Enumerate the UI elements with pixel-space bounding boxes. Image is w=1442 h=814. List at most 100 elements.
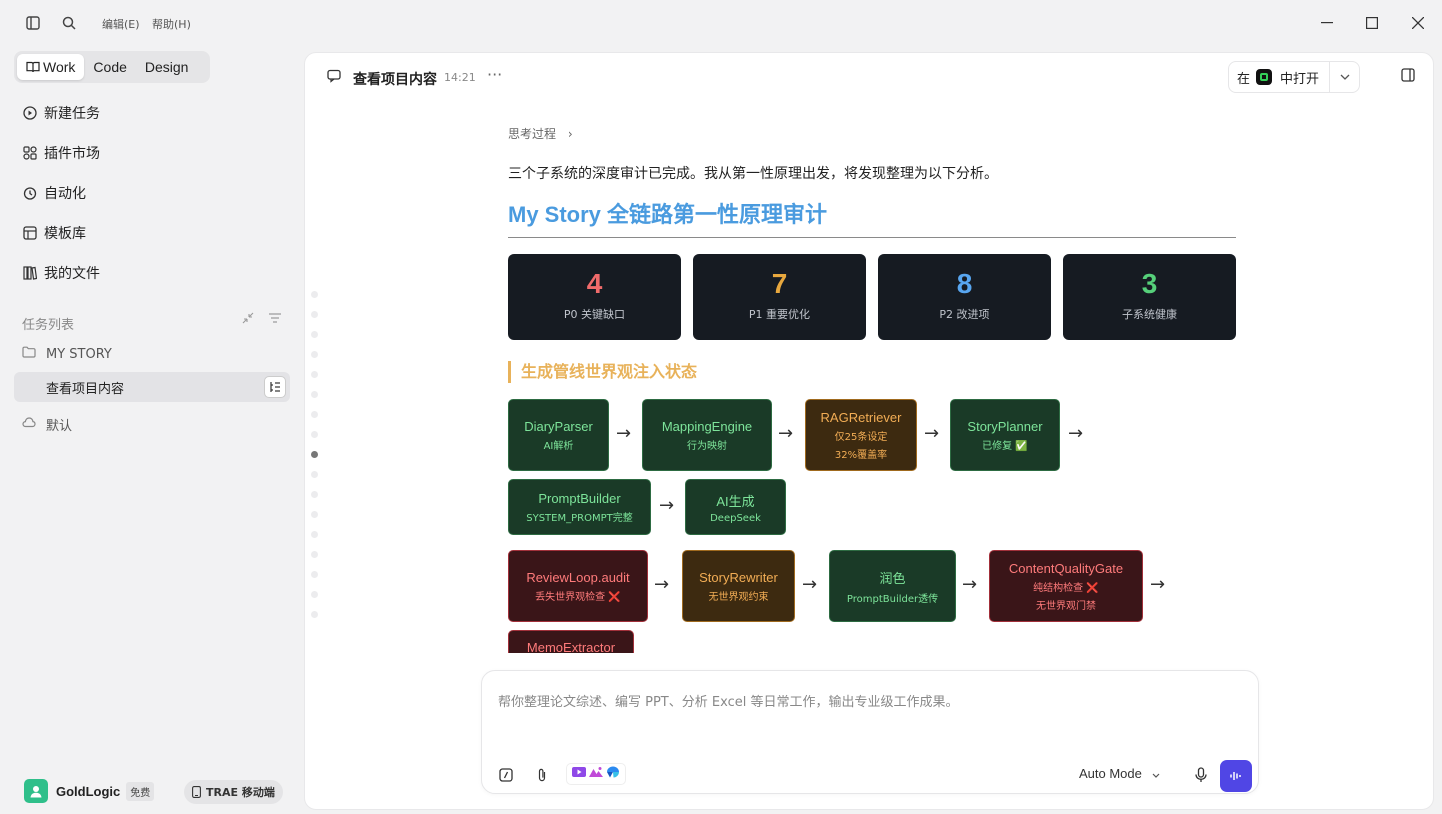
- composer-placeholder[interactable]: 帮你整理论文综述、编写 PPT、分析 Excel 等日常工作，输出专业级工作成果…: [498, 691, 958, 710]
- mobile-app-button[interactable]: TRAE 移动端: [184, 780, 283, 804]
- close-icon[interactable]: [1398, 8, 1438, 38]
- nav-my-files-label: 我的文件: [44, 266, 100, 282]
- arrow-icon: →: [1150, 574, 1166, 595]
- node-title: RAGRetriever: [820, 409, 902, 425]
- node-sub: 纯结构检查 ❌: [1033, 582, 1099, 594]
- nav-plugins[interactable]: 插件市场: [22, 140, 100, 166]
- node-sub: 无世界观约束: [708, 591, 769, 603]
- maximize-icon[interactable]: [1352, 8, 1392, 38]
- scroll-indicator[interactable]: [311, 291, 321, 631]
- pipeline-node: MemoExtractor: [508, 630, 634, 653]
- more-options-button[interactable]: ···: [487, 65, 502, 84]
- plan-badge: 免费: [126, 781, 155, 801]
- stat-card-p2: 8 P2 改进项: [878, 254, 1051, 340]
- node-title: 润色: [879, 570, 906, 586]
- slash-command-icon[interactable]: [498, 767, 514, 783]
- search-icon[interactable]: [55, 9, 83, 37]
- mode-select[interactable]: Auto Mode: [1079, 766, 1160, 781]
- pipeline-node: MappingEngine 行为映射: [642, 399, 772, 471]
- terminal-app-icon: [1256, 69, 1273, 85]
- arrow-icon: →: [924, 423, 940, 444]
- node-title: PromptBuilder: [538, 490, 621, 506]
- node-title: MappingEngine: [661, 418, 753, 434]
- mode-work-label: Work: [43, 59, 76, 75]
- menu-edit[interactable]: 编辑(E): [102, 16, 140, 32]
- minimize-icon[interactable]: [1307, 8, 1347, 38]
- chevron-down-icon[interactable]: [1329, 62, 1359, 92]
- plugin-icon: [22, 145, 38, 161]
- message-content: 思考过程 › 三个子系统的深度审计已完成。我从第一性原理出发，将发现整理为以下分…: [508, 113, 1238, 653]
- thought-process-toggle[interactable]: 思考过程 ›: [508, 125, 573, 142]
- book-icon: [26, 61, 40, 73]
- mode-work[interactable]: Work: [17, 54, 85, 80]
- conversation-title: 查看项目内容: [353, 72, 437, 88]
- media-tools[interactable]: [566, 763, 626, 785]
- stat-label: P2 改进项: [939, 308, 990, 321]
- sidebar: Work Code Design 新建任务 插件市场 自动化 模板库 我的文件 …: [0, 46, 302, 814]
- menu-help[interactable]: 帮助(H): [152, 16, 191, 32]
- clock-icon: [22, 185, 38, 201]
- video-icon[interactable]: [571, 766, 586, 782]
- default-group-label: 默认: [46, 418, 73, 434]
- collapse-icon[interactable]: [242, 312, 254, 327]
- design-icon[interactable]: [606, 766, 620, 782]
- nav-plugins-label: 插件市场: [44, 146, 100, 162]
- microphone-icon[interactable]: [1194, 767, 1210, 783]
- user-name: GoldLogic: [56, 783, 121, 799]
- nav-templates[interactable]: 模板库: [22, 220, 86, 246]
- pipeline-node: ReviewLoop.audit 丢失世界观检查 ❌: [508, 550, 648, 622]
- pipeline-node: ContentQualityGate 纯结构检查 ❌ 无世界观门禁: [989, 550, 1143, 622]
- nav-new-task[interactable]: 新建任务: [22, 100, 100, 126]
- sidebar-toggle-icon[interactable]: [19, 9, 47, 37]
- conversation-time: 14:21: [444, 71, 476, 84]
- node-sub: AI解析: [543, 440, 574, 452]
- image-icon[interactable]: [588, 766, 603, 782]
- chat-icon: [327, 69, 341, 83]
- user-profile[interactable]: GoldLogic 免费: [24, 779, 155, 803]
- arrow-icon: →: [616, 423, 632, 444]
- mode-select-label: Auto Mode: [1079, 766, 1142, 781]
- stat-value: 7: [771, 268, 788, 299]
- cloud-icon: [22, 416, 38, 432]
- pipeline-node: RAGRetriever 仅25条设定 32%覆盖率: [805, 399, 917, 471]
- open-in-suffix: 中打开: [1280, 71, 1320, 87]
- task-outline-icon[interactable]: [264, 376, 286, 398]
- mode-code[interactable]: Code: [84, 54, 135, 80]
- stat-label: P1 重要优化: [748, 308, 811, 321]
- filter-icon[interactable]: [268, 312, 282, 327]
- stat-card-p0: 4 P0 关键缺口: [508, 254, 681, 340]
- pipeline-node: 润色 PromptBuilder透传: [829, 550, 956, 622]
- node-sub: 已修复 ✅: [982, 440, 1028, 452]
- folder-my-story-label: MY STORY: [46, 346, 112, 362]
- stat-value: 3: [1141, 268, 1158, 299]
- composer[interactable]: 帮你整理论文综述、编写 PPT、分析 Excel 等日常工作，输出专业级工作成果…: [481, 670, 1259, 794]
- template-icon: [22, 225, 38, 241]
- folder-my-story[interactable]: MY STORY: [14, 339, 290, 369]
- open-in-button[interactable]: 在 中打开: [1228, 61, 1360, 93]
- nav-my-files[interactable]: 我的文件: [22, 260, 100, 286]
- task-item-active[interactable]: 查看项目内容: [14, 372, 290, 402]
- panel-toggle-icon[interactable]: [1401, 68, 1417, 84]
- mobile-app-label: TRAE 移动端: [206, 786, 275, 799]
- attachment-icon[interactable]: [534, 767, 550, 783]
- node-sub-2: 32%覆盖率: [834, 449, 888, 461]
- stat-card-health: 3 子系统健康: [1063, 254, 1236, 340]
- default-group[interactable]: 默认: [14, 409, 290, 439]
- avatar: [24, 779, 48, 803]
- arrow-icon: →: [1068, 423, 1084, 444]
- pipeline-node: DiaryParser AI解析: [508, 399, 609, 471]
- files-icon: [22, 265, 38, 281]
- voice-send-button[interactable]: [1220, 760, 1252, 792]
- stat-value: 4: [586, 268, 603, 299]
- node-title: StoryRewriter: [699, 569, 778, 585]
- pipeline-node: StoryPlanner 已修复 ✅: [950, 399, 1060, 471]
- node-title: MemoExtractor: [526, 640, 616, 653]
- arrow-icon: →: [659, 495, 675, 516]
- mode-design[interactable]: Design: [136, 54, 198, 80]
- node-sub: PromptBuilder透传: [846, 593, 939, 605]
- chevron-right-icon: ›: [567, 127, 573, 141]
- node-title: ReviewLoop.audit: [526, 569, 630, 585]
- nav-automation[interactable]: 自动化: [22, 180, 86, 206]
- node-sub: SYSTEM_PROMPT完整: [526, 512, 633, 524]
- phone-icon: [192, 786, 201, 798]
